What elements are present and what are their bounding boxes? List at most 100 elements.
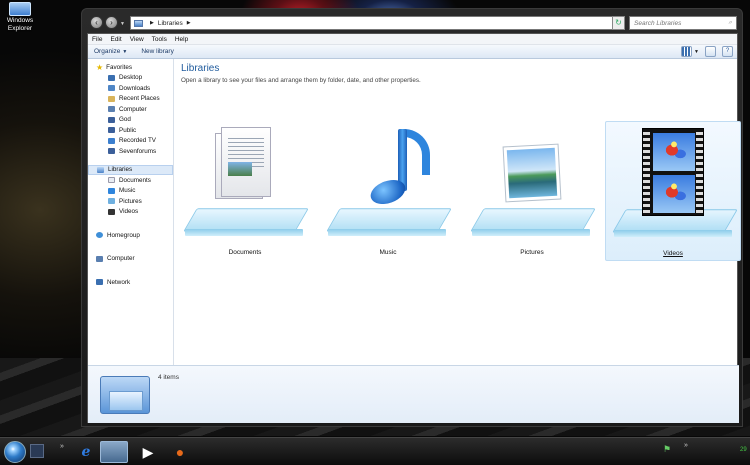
organize-label: Organize (94, 48, 121, 55)
nav-favorites-label: Favorites (106, 63, 133, 71)
library-label: Documents (228, 249, 262, 256)
nav-label: Recent Places (119, 95, 160, 103)
preview-pane-icon[interactable] (705, 46, 716, 57)
forward-button[interactable]: › (105, 16, 118, 29)
nav-network[interactable]: Network (88, 277, 173, 288)
chevron-down-icon: ▼ (122, 49, 128, 55)
folder-icon (108, 127, 115, 134)
search-input[interactable] (634, 19, 714, 27)
nav-item-videos[interactable]: Videos (88, 207, 173, 218)
nav-label: Videos (119, 208, 139, 216)
library-tile-pictures[interactable]: Pictures (464, 121, 600, 261)
action-center-flag-icon[interactable]: ⚑ (663, 444, 671, 455)
show-desktop-icon[interactable] (30, 444, 44, 458)
computer-icon (96, 255, 103, 262)
library-tray (470, 207, 596, 247)
folder-icon (108, 148, 115, 155)
nav-label: Sevenforums (119, 147, 157, 155)
media-player-icon[interactable]: ▶ (134, 441, 162, 463)
nav-computer[interactable]: Computer (88, 254, 173, 265)
nav-label: God (119, 116, 131, 124)
nav-label: Network (107, 278, 131, 286)
menu-tools[interactable]: Tools (152, 36, 167, 43)
desktop-icon-label: Windows Explorer (6, 17, 34, 32)
library-tray (183, 207, 309, 247)
star-icon: ★ (96, 62, 104, 72)
address-bar[interactable]: ▶ Libraries ▶ (130, 16, 618, 30)
help-icon[interactable]: ? (722, 46, 733, 57)
breadcrumb-arrow-icon[interactable]: ▶ (187, 20, 191, 26)
menu-edit[interactable]: Edit (110, 36, 121, 43)
documents-icon (221, 127, 271, 197)
view-options-chevron-icon[interactable]: ▼ (694, 49, 699, 55)
recent-pages-chevron-icon[interactable]: ▼ (120, 21, 125, 27)
network-icon (96, 279, 103, 286)
library-view: Libraries Open a library to see your fil… (175, 59, 741, 365)
nav-item-music[interactable]: Music (88, 186, 173, 197)
quick-launch-chevron[interactable]: » (60, 443, 64, 450)
nav-item-desktop[interactable]: Desktop (88, 73, 173, 84)
nav-libraries[interactable]: Libraries (88, 164, 173, 175)
menu-view[interactable]: View (130, 36, 144, 43)
change-view-icon[interactable] (681, 46, 693, 57)
organize-button[interactable]: Organize ▼ (94, 48, 127, 55)
music-icon (108, 187, 115, 194)
library-tile-videos[interactable]: Videos (605, 121, 741, 261)
nav-item-sevenforums[interactable]: Sevenforums (88, 146, 173, 157)
breadcrumb-arrow-icon[interactable]: ▶ (150, 20, 154, 26)
nav-label: Desktop (119, 74, 143, 82)
breadcrumb-libraries[interactable]: Libraries (158, 20, 183, 27)
menu-file[interactable]: File (92, 36, 102, 43)
recent-places-icon (108, 95, 115, 102)
nav-item-computer[interactable]: Computer (88, 104, 173, 115)
page-title: Libraries (181, 63, 220, 74)
pictures-icon (108, 198, 115, 205)
nav-label: Homegroup (107, 231, 140, 239)
view-controls: ▼ ? (675, 46, 733, 57)
back-button[interactable]: ‹ (90, 16, 103, 29)
nav-item-pictures[interactable]: Pictures (88, 196, 173, 207)
library-tile-documents[interactable]: Documents (177, 121, 313, 261)
nav-item-documents[interactable]: Documents (88, 175, 173, 186)
start-button[interactable] (4, 441, 26, 463)
libraries-icon (97, 166, 104, 173)
tray-chevron[interactable]: » (684, 442, 688, 449)
clock[interactable]: 29 (740, 447, 747, 453)
folder-icon (108, 116, 115, 123)
nav-item-god[interactable]: God (88, 115, 173, 126)
desktop-icon (108, 74, 115, 81)
command-bar: Organize ▼ New library ▼ ? (88, 45, 737, 59)
title-bar: ‹ › ▼ ▶ Libraries ▶ ↻ ⌕ (87, 9, 737, 33)
library-tray (326, 207, 452, 247)
nav-item-recorded-tv[interactable]: Recorded TV (88, 136, 173, 147)
nav-favorites[interactable]: ★ Favorites (88, 62, 173, 73)
desktop-icon-windows-explorer[interactable]: Windows Explorer (3, 2, 37, 33)
library-label: Music (379, 249, 397, 256)
nav-item-public[interactable]: Public (88, 125, 173, 136)
windows-explorer-taskbar-button[interactable] (100, 441, 128, 463)
nav-libraries-label: Libraries (108, 166, 133, 174)
nav-homegroup[interactable]: Homegroup (88, 230, 173, 241)
explorer-window: ‹ › ▼ ▶ Libraries ▶ ↻ ⌕ File Edit View T… (81, 8, 743, 427)
nav-item-recent-places[interactable]: Recent Places (88, 94, 173, 105)
nav-label: Downloads (119, 84, 151, 92)
nav-label: Public (119, 126, 137, 134)
documents-icon (108, 177, 115, 184)
nav-item-downloads[interactable]: Downloads (88, 83, 173, 94)
nav-label: Music (119, 187, 136, 195)
new-library-button[interactable]: New library (141, 48, 174, 55)
library-label: Pictures (520, 249, 544, 256)
details-pane: 4 items (88, 365, 739, 423)
refresh-button[interactable]: ↻ (612, 16, 625, 30)
taskbar: » e ▶ ● ⚑ » 29 (0, 437, 750, 465)
firefox-icon[interactable]: ● (166, 441, 194, 463)
search-box[interactable]: ⌕ (629, 16, 737, 30)
menu-bar: File Edit View Tools Help (88, 34, 737, 45)
internet-explorer-icon[interactable]: e (72, 441, 100, 463)
library-tile-music[interactable]: Music (320, 121, 456, 261)
library-label: Videos (663, 250, 683, 257)
menu-help[interactable]: Help (175, 36, 188, 43)
nav-label: Computer (119, 105, 147, 113)
libraries-large-icon (100, 376, 150, 414)
nav-label: Computer (107, 255, 135, 263)
